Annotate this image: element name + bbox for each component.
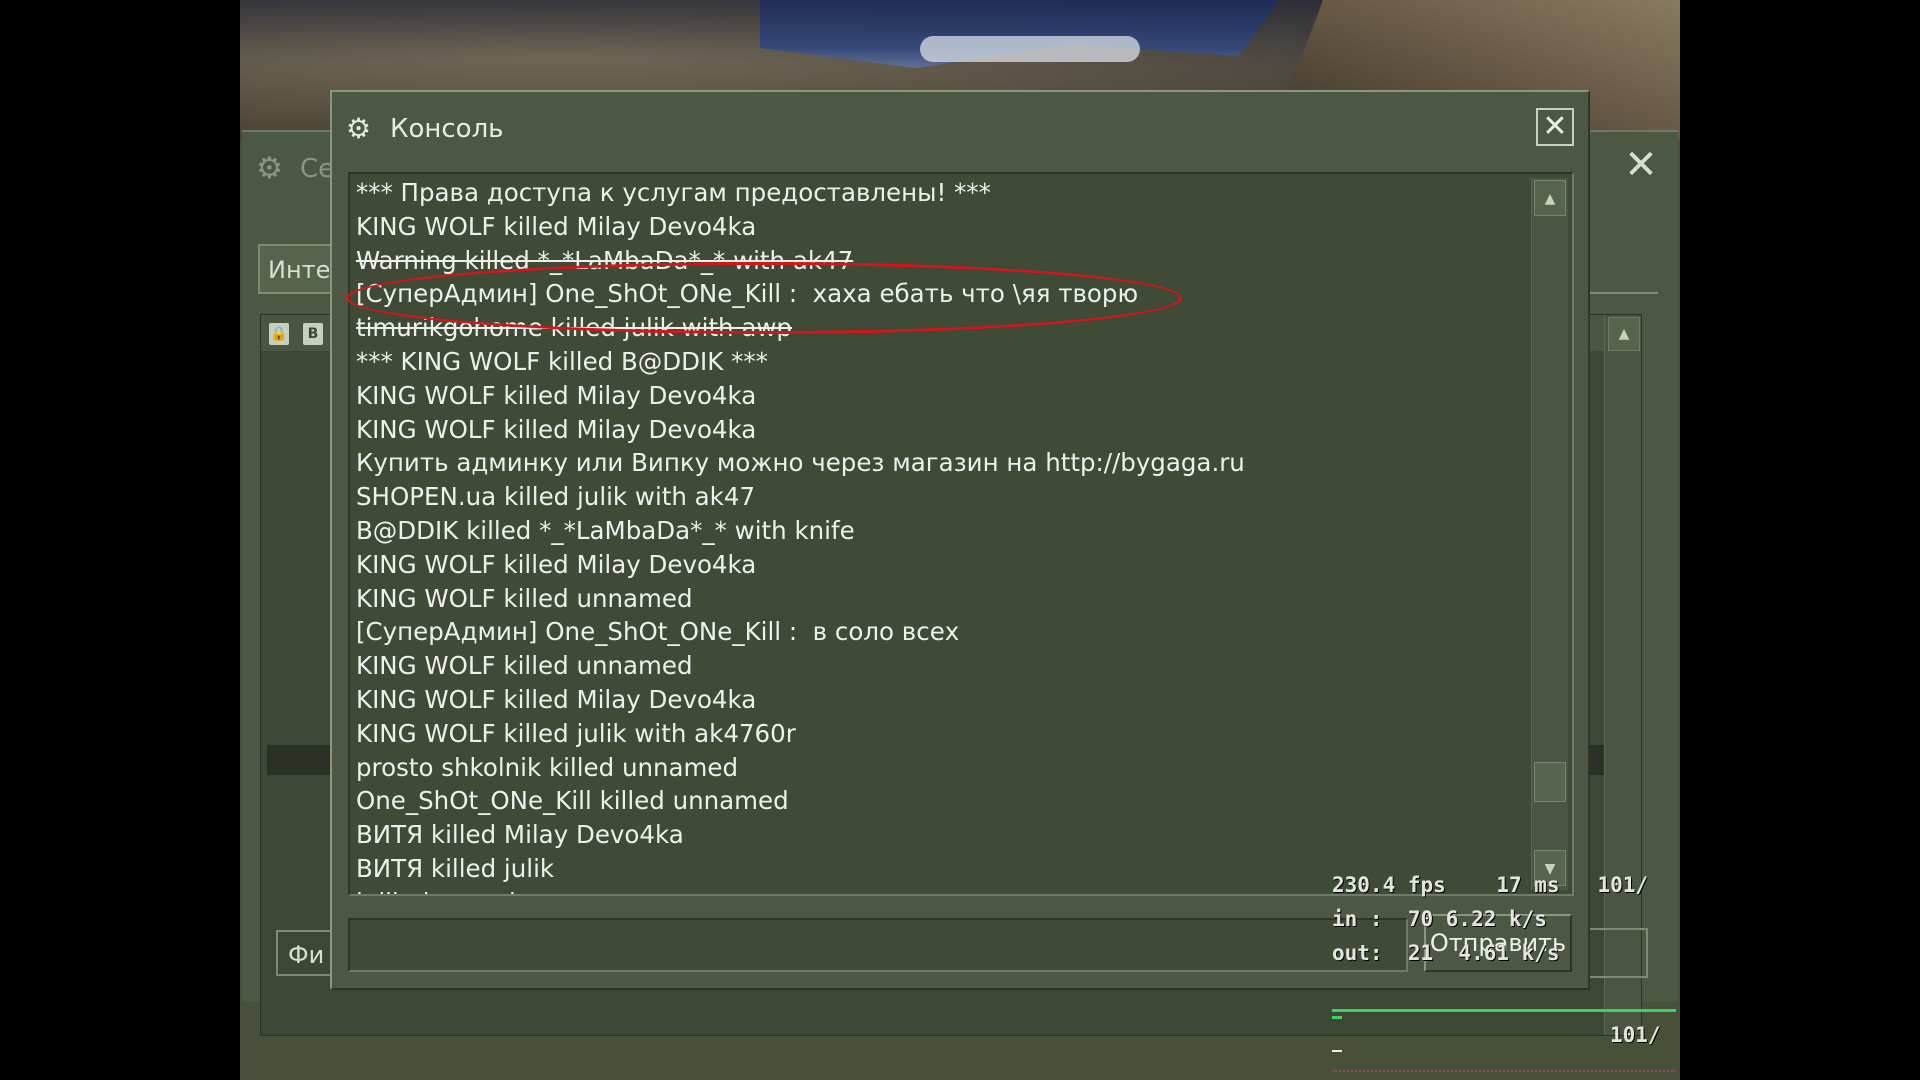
log-line: KING WOLF killed Milay Devo4ka	[356, 549, 757, 579]
console-command-input[interactable]	[348, 918, 1408, 972]
log-line: KING WOLF killed Milay Devo4ka	[356, 684, 757, 714]
console-log[interactable]: *** Права доступа к услугам предоставлен…	[348, 172, 1574, 896]
netgraph-in: in : 70 6.22 k/s	[1332, 907, 1547, 931]
log-line: *** Права доступа к услугам предоставлен…	[356, 178, 991, 207]
log-line: Купить админку или Випку можно через маг…	[356, 448, 1245, 478]
log-line: KING WOLF killed julik with ak4760r	[356, 718, 796, 748]
console-title: Консоль	[390, 114, 504, 144]
scroll-up-button[interactable]: ▲	[1534, 180, 1566, 216]
console-log-lines: *** Права доступа к услугам предоставлен…	[356, 176, 1536, 894]
netgraph-tick	[1332, 1016, 1342, 1019]
netgraph-line	[1332, 1009, 1676, 1012]
lock-icon[interactable]: 🔒	[269, 323, 289, 345]
cloud	[920, 36, 1140, 62]
log-line: One_ShOt_ONe_Kill killed unnamed	[356, 786, 789, 816]
log-line: KING WOLF killed Milay Devo4ka	[356, 211, 757, 241]
log-line: KING WOLF killed Milay Devo4ka	[356, 380, 757, 410]
log-line: Warning killed *_*LaMbaDa*_* with ak47	[356, 245, 854, 275]
log-line: [СуперАдмин] One_ShOt_ONe_Kill : в соло …	[356, 617, 960, 647]
console-close-button[interactable]: ✕	[1536, 108, 1574, 146]
scroll-up-button[interactable]: ▲	[1608, 317, 1640, 351]
netgraph-bottom-line	[1332, 1070, 1676, 1078]
netgraph-marker	[1332, 1050, 1342, 1052]
log-line: KING WOLF killed Milay Devo4ka	[356, 414, 757, 444]
netgraph-out: out: 21 4.61 k/s	[1332, 941, 1560, 965]
log-line: KING WOLF killed unnamed	[356, 651, 693, 681]
log-line: SHOPEN.ua killed julik with ak47	[356, 482, 756, 512]
scroll-thumb[interactable]	[1534, 762, 1566, 802]
server-browser-close-button[interactable]: ✕	[1622, 145, 1660, 185]
log-line: B@DDIK killed *_*LaMbaDa*_* with knife	[356, 515, 855, 545]
steam-icon: ⚙	[346, 112, 372, 145]
log-line: prosto shkolnik killed unnamed	[356, 752, 739, 782]
vac-shield-icon[interactable]: B	[303, 323, 323, 345]
log-line: KING WOLF killed unnamed	[356, 583, 693, 613]
log-line: timurikgohome killed julik with awp	[356, 313, 792, 343]
netgraph-fps: 230.4 fps 17 ms 101/	[1332, 873, 1649, 897]
console-log-scrollbar[interactable]: ▲ ▼	[1531, 178, 1568, 890]
log-line: *** KING WOLF killed B@DDIK ***	[356, 346, 768, 376]
log-line: ВИТЯ killed Milay Devo4ka	[356, 820, 684, 850]
console-window: ⚙ Консоль ✕ *** Права доступа к услугам …	[330, 90, 1590, 990]
log-line-highlighted: [СуперАдмин] One_ShOt_ONe_Kill : хаха еб…	[356, 279, 1139, 309]
netgraph-rate: 101/	[1610, 1023, 1661, 1047]
steam-icon: ⚙	[256, 151, 283, 186]
net-graph: 230.4 fps 17 ms 101/ in : 70 6.22 k/s ou…	[1330, 870, 1690, 1080]
